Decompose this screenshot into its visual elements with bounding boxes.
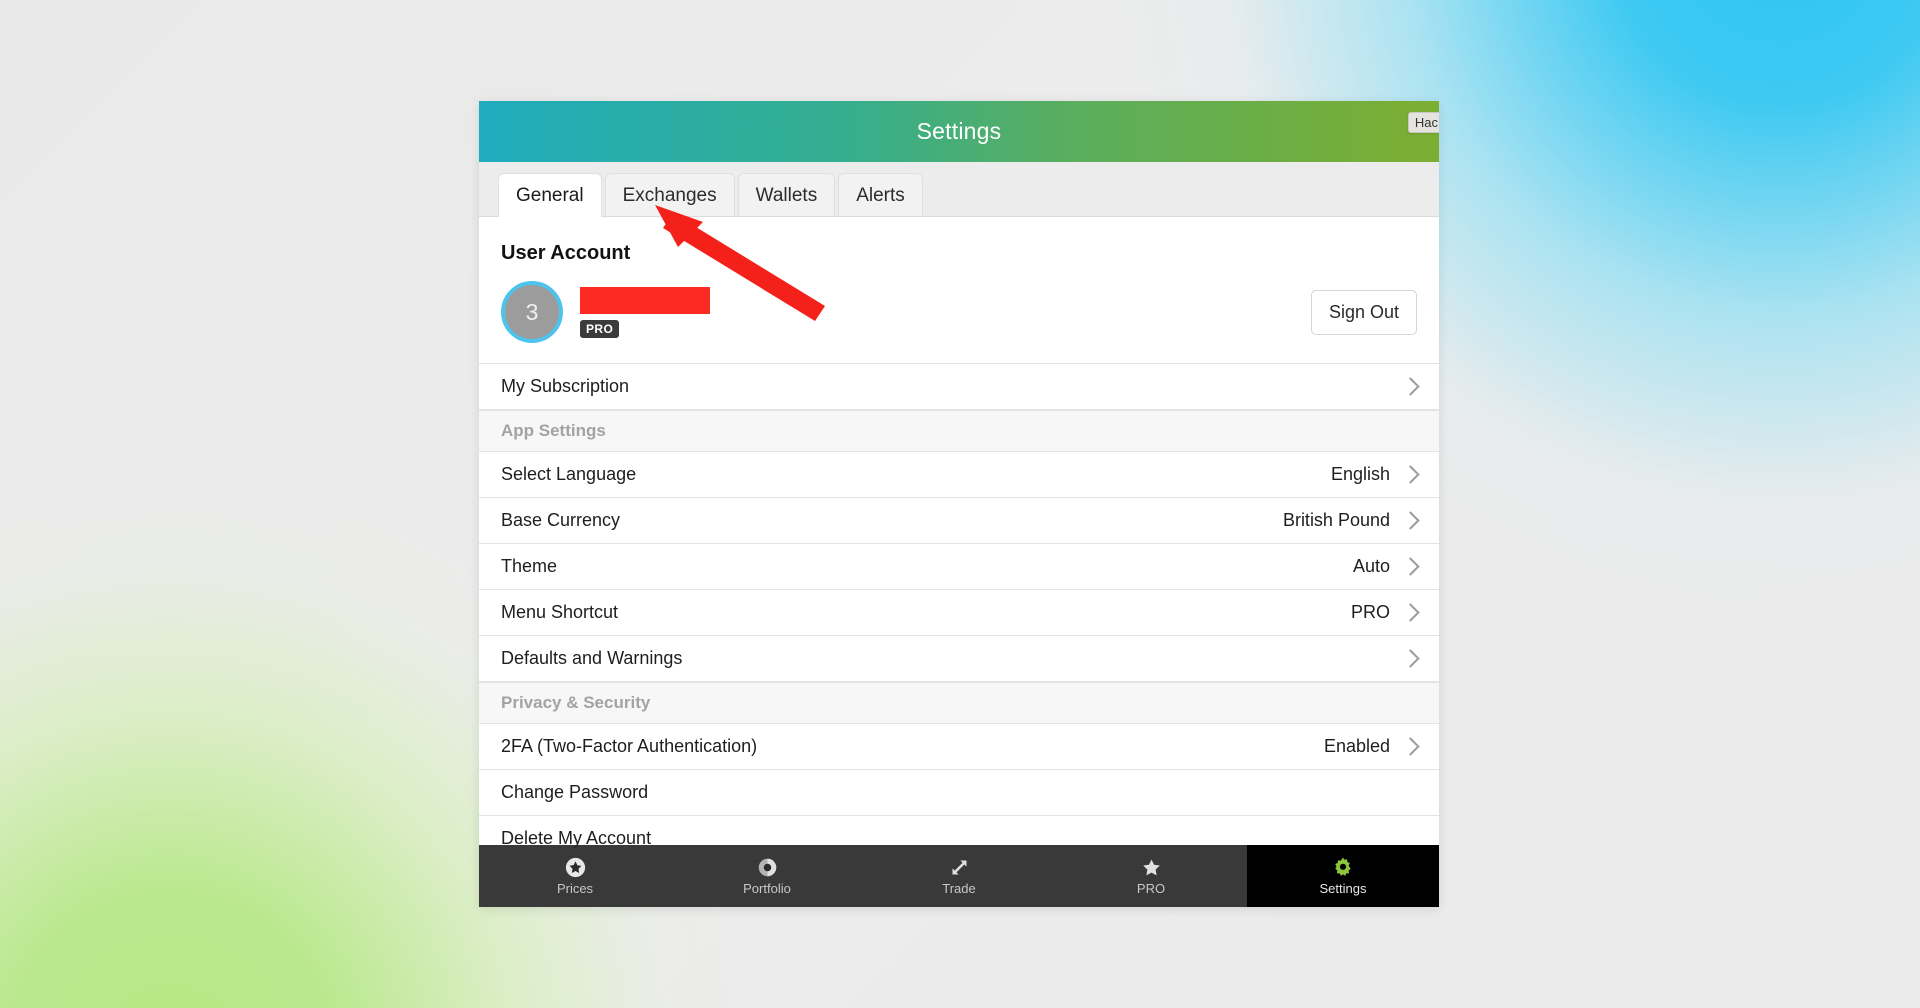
row-label: Theme bbox=[501, 556, 558, 576]
row-value: Auto bbox=[1352, 556, 1390, 576]
tab-strip: General Exchanges Wallets Alerts bbox=[479, 162, 1439, 217]
section-header-label: App Settings bbox=[501, 421, 606, 440]
list-item-theme[interactable]: Theme Auto bbox=[479, 544, 1439, 590]
list-item-base-currency[interactable]: Base Currency British Pound bbox=[479, 498, 1439, 544]
row-label: Base Currency bbox=[501, 510, 621, 530]
tab-general[interactable]: General bbox=[498, 173, 602, 217]
user-account-heading: User Account bbox=[501, 242, 631, 264]
tab-exchanges[interactable]: Exchanges bbox=[604, 173, 735, 216]
nav-item-pro[interactable]: PRO bbox=[1055, 845, 1247, 907]
trade-arrows-icon bbox=[949, 856, 970, 878]
list-item-defaults-and-warnings[interactable]: Defaults and Warnings bbox=[479, 636, 1439, 682]
list-item-2fa[interactable]: 2FA (Two-Factor Authentication) Enabled bbox=[479, 724, 1439, 770]
sign-out-button[interactable]: Sign Out bbox=[1310, 289, 1417, 335]
account-row: 3 PRO Sign Out bbox=[479, 265, 1439, 364]
avatar[interactable]: 3 bbox=[501, 281, 563, 343]
star-circle-icon bbox=[565, 856, 586, 878]
page-title: Settings bbox=[916, 118, 1002, 144]
avatar-initial: 3 bbox=[525, 298, 539, 325]
chevron-right-icon bbox=[1401, 649, 1420, 668]
row-label: Change Password bbox=[501, 782, 649, 802]
row-label: Menu Shortcut bbox=[501, 602, 619, 622]
nav-item-settings[interactable]: Settings bbox=[1247, 845, 1439, 907]
nav-label: Trade bbox=[942, 881, 976, 896]
title-bar: Settings Hac bbox=[479, 101, 1439, 162]
row-value: British Pound bbox=[1282, 510, 1390, 530]
redacted-username bbox=[580, 286, 710, 314]
list-item-select-language[interactable]: Select Language English bbox=[479, 452, 1439, 498]
section-header-privacy-security: Privacy & Security bbox=[479, 682, 1439, 724]
row-value: English bbox=[1330, 464, 1390, 484]
gear-icon bbox=[1332, 856, 1354, 878]
nav-label: Prices bbox=[556, 881, 594, 896]
row-value: PRO bbox=[1350, 602, 1390, 622]
row-label: My Subscription bbox=[501, 376, 630, 396]
row-label: Defaults and Warnings bbox=[501, 648, 683, 668]
list-item-my-subscription[interactable]: My Subscription bbox=[479, 364, 1439, 410]
account-meta: PRO bbox=[580, 286, 710, 338]
row-label: Select Language bbox=[501, 464, 637, 484]
chevron-right-icon bbox=[1401, 737, 1420, 756]
settings-content: User Account 3 PRO Sign Out My Subscript… bbox=[479, 217, 1439, 907]
list-item-change-password[interactable]: Change Password bbox=[479, 770, 1439, 816]
chevron-right-icon bbox=[1401, 377, 1420, 396]
row-value: Enabled bbox=[1323, 736, 1390, 756]
nav-item-trade[interactable]: Trade bbox=[863, 845, 1055, 907]
tab-wallets[interactable]: Wallets bbox=[737, 173, 836, 216]
section-header-label: Privacy & Security bbox=[501, 693, 651, 712]
chevron-right-icon bbox=[1401, 603, 1420, 622]
nav-item-portfolio[interactable]: Portfolio bbox=[671, 845, 863, 907]
donut-chart-icon bbox=[757, 856, 778, 878]
nav-label: Settings bbox=[1319, 881, 1367, 896]
chevron-right-icon bbox=[1401, 557, 1420, 576]
app-window: Settings Hac General Exchanges Wallets A… bbox=[479, 101, 1439, 907]
tab-alerts[interactable]: Alerts bbox=[838, 173, 923, 216]
list-item-menu-shortcut[interactable]: Menu Shortcut PRO bbox=[479, 590, 1439, 636]
chevron-right-icon bbox=[1401, 465, 1420, 484]
chevron-right-icon bbox=[1401, 511, 1420, 530]
nav-item-prices[interactable]: Prices bbox=[479, 845, 671, 907]
nav-label: Portfolio bbox=[743, 881, 791, 896]
row-label: 2FA (Two-Factor Authentication) bbox=[501, 736, 758, 756]
star-icon bbox=[1141, 856, 1162, 878]
bottom-navigation-bar: Prices Portfolio Trade PRO Settings bbox=[479, 845, 1439, 907]
status-badge: PRO bbox=[580, 319, 620, 338]
corner-chip[interactable]: Hac bbox=[1407, 112, 1439, 133]
nav-label: PRO bbox=[1136, 881, 1166, 896]
section-header-app-settings: App Settings bbox=[479, 410, 1439, 452]
